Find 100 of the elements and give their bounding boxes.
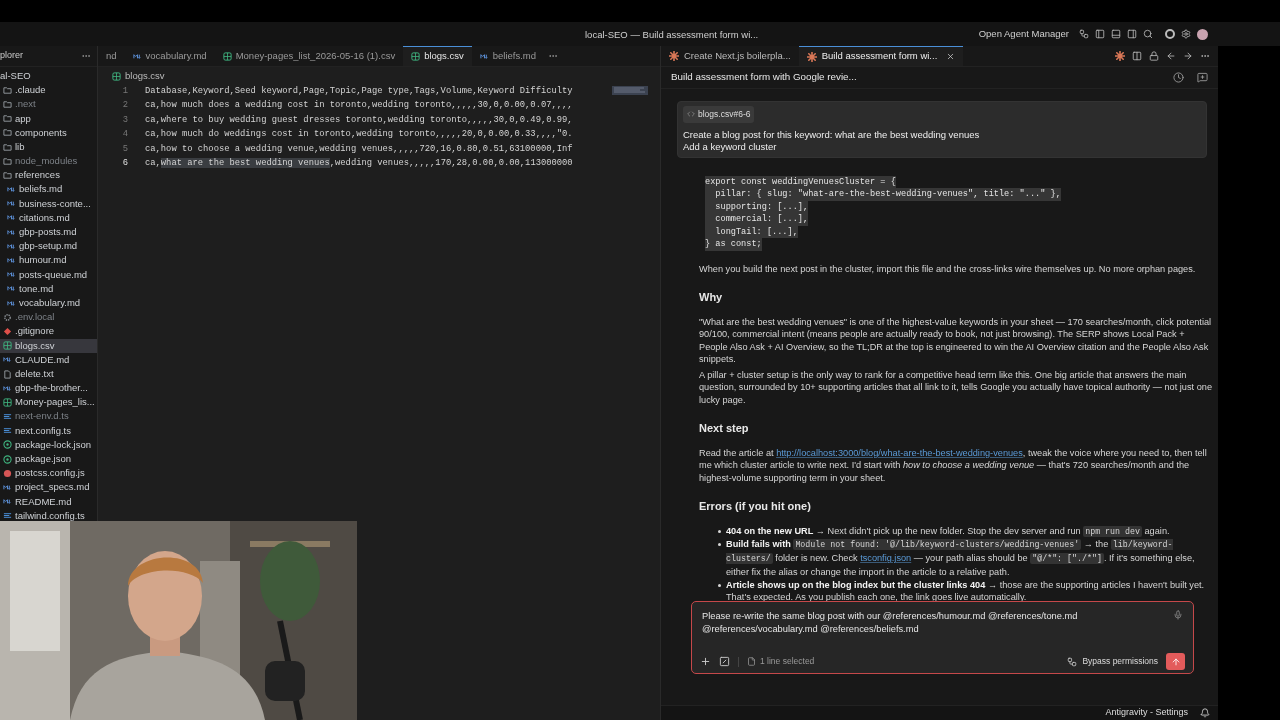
code-line: ca,what are the best wedding venues,wedding venues,,,,,170,28,0.00,0.00,113000000 [145, 157, 573, 171]
line-number: 2 [121, 99, 128, 113]
table-icon [222, 51, 232, 61]
secondary-sidebar-icon[interactable] [1127, 29, 1137, 39]
file-tree-item[interactable]: .gitignore [0, 324, 97, 339]
panel-toggle-icon[interactable] [1111, 29, 1121, 39]
file-tree-item[interactable]: delete.txt [0, 366, 97, 382]
file-tree-item[interactable]: next.config.ts [0, 423, 97, 438]
file-tree-item[interactable]: next-env.d.ts [0, 409, 97, 424]
file-tree-item[interactable]: package.json [0, 452, 97, 467]
file-tree-item[interactable]: README.md [0, 494, 97, 509]
file-tree-item[interactable]: tailwind.config.ts [0, 508, 97, 523]
microphone-icon[interactable] [1173, 610, 1183, 620]
file-tree-item[interactable]: tone.md [0, 281, 97, 296]
split-icon[interactable] [1132, 51, 1142, 61]
markdown-icon [479, 51, 489, 61]
sidebar-toggle-icon[interactable] [1095, 29, 1105, 39]
file-tree-item[interactable]: node_modules [0, 154, 97, 169]
account-icon[interactable] [1165, 29, 1175, 39]
diamond-icon [3, 326, 12, 336]
file-tree-item[interactable]: app [0, 111, 97, 126]
document-icon [3, 369, 12, 379]
markdown-icon [7, 213, 16, 223]
starburst-icon [1115, 51, 1125, 61]
table-icon [411, 52, 421, 61]
editor-tab[interactable]: blogs.csv [403, 46, 472, 66]
markdown-icon [7, 298, 16, 308]
paragraph: "What are the best wedding venues" is one of the highest-value keywords in your sheet — 170 searches/month, click potential 90/100, commercial intent (means people are actually ready to book, not just browsing). The SERP shows Local Pack + People Also Ask + AI Overview, so the TL;DR at the top is engineered to win the AI Overview citation and the People Also Ask snippets. [699, 315, 1213, 366]
file-chip[interactable]: blogs.csv#6-6 [683, 106, 755, 123]
link[interactable]: http://localhost:3000/blog/what-are-the-best-wedding-venues [776, 447, 1023, 458]
markdown-icon [7, 241, 16, 251]
line-number: 4 [121, 128, 128, 142]
file-tree-item[interactable]: posts-queue.md [0, 267, 97, 282]
table-icon [3, 341, 12, 351]
file-tree-item[interactable]: .env.local [0, 310, 97, 325]
editor-tab[interactable]: beliefs.md [471, 46, 545, 66]
file-tree-item[interactable]: package-lock.json [0, 437, 97, 453]
close-icon[interactable] [946, 52, 956, 61]
code-line: ca,how to choose a wedding venue,wedding venues,,,,,720,16,0.80,0.51,63100000,Inf [145, 142, 573, 156]
file-tree-item[interactable]: references [0, 168, 97, 183]
project-root[interactable]: al-SEO [0, 69, 97, 84]
line-number: 5 [121, 142, 128, 156]
file-tree-item[interactable]: CLAUDE.md [0, 352, 97, 367]
avatar-icon[interactable] [1197, 28, 1208, 40]
window-title: local-SEO — Build assessment form wi... [585, 28, 759, 42]
code-block: export const weddingVenuesCluster = { pillar: { slug: "what-are-the-best-wedding-venues", title: "..." }, supporting: [...], commercial: [...], longTail: [...], } as const; [705, 175, 1215, 251]
search-icon[interactable] [1143, 29, 1153, 39]
file-tree-item[interactable]: humour.md [0, 253, 97, 268]
permissions-mode-button[interactable]: Bypass permissions [1067, 655, 1158, 668]
agent-tab[interactable]: Create Next.js boilerpla... [661, 46, 799, 66]
ts-file-icon [3, 412, 12, 422]
minimap [612, 86, 648, 95]
message-field[interactable]: Please re-write the same blog post with our @references/humour.md @references/tone.md @references/vocabulary.md @references/beliefs.md [702, 610, 1173, 635]
file-tree-item[interactable]: business-conte... [0, 196, 97, 211]
file-tree-item[interactable]: .claude [0, 83, 97, 98]
agent-manager-button[interactable]: Open Agent Manager [978, 26, 1069, 42]
editor-tab[interactable]: vocabulary.md [124, 46, 215, 66]
forward-icon[interactable] [1183, 51, 1193, 61]
status-bar-text[interactable]: Antigravity - Settings [1105, 706, 1188, 720]
add-icon[interactable] [700, 656, 711, 667]
markdown-icon [7, 284, 16, 294]
editor-tab[interactable]: nd [98, 46, 125, 66]
history-icon[interactable] [1173, 72, 1184, 83]
back-icon[interactable] [1166, 51, 1176, 61]
breadcrumb[interactable]: blogs.csv [125, 68, 165, 84]
line-number: 3 [121, 113, 128, 127]
code-line: ca,how much do weddings cost in toronto,wedding toronto,,,,,20,0,0.00,0.33,,,,"0. [145, 128, 573, 142]
file-tree-item[interactable]: lib [0, 139, 97, 155]
new-chat-icon[interactable] [1197, 72, 1208, 83]
file-tree-item[interactable]: .next [0, 97, 97, 112]
notification-icon[interactable] [1200, 708, 1210, 718]
file-tree-item[interactable]: gbp-posts.md [0, 225, 97, 240]
editor-tab[interactable]: Money-pages_list_2026-05-16 (1).csv [214, 46, 404, 66]
agent-tab[interactable]: Build assessment form wi... [798, 46, 964, 66]
file-tree-item[interactable]: citations.md [0, 210, 97, 226]
code-line: ca,where to buy wedding guest dresses toronto,wedding toronto,,,,,30,0,0.49,0.99, [145, 113, 573, 127]
settings-icon[interactable] [1181, 29, 1191, 39]
file-tree-item[interactable]: gbp-setup.md [0, 239, 97, 254]
file-tree-item[interactable]: gbp-the-brother... [0, 381, 97, 396]
arrow-up-icon [1170, 656, 1181, 667]
prompt-text: Create a blog post for this keyword: what are the best wedding venues [683, 128, 980, 142]
send-button[interactable] [1166, 653, 1185, 670]
file-tree-item[interactable]: Money-pages_lis... [0, 395, 97, 410]
line-number: 6 [121, 157, 128, 171]
ts-file-icon [3, 426, 12, 436]
gear-icon [3, 312, 12, 322]
list-item: 404 on the new URL → Next didn't pick up the new folder. Stop the dev server and run npm run dev again. [726, 524, 1170, 539]
file-tree-item[interactable]: postcss.config.js [0, 466, 97, 481]
file-tree-item[interactable]: blogs.csv [0, 338, 97, 353]
markdown-icon [7, 185, 16, 195]
markdown-icon [7, 256, 16, 266]
file-tree-item[interactable]: vocabulary.md [0, 296, 97, 311]
file-tree-item[interactable]: beliefs.md [0, 182, 97, 197]
link[interactable]: tsconfig.json [860, 553, 912, 564]
bullet-icon [718, 583, 721, 587]
permissions-icon [1067, 656, 1078, 667]
file-tree-item[interactable]: project_specs.md [0, 480, 97, 495]
lock-icon[interactable] [1149, 51, 1159, 61]
file-tree-item[interactable]: components [0, 125, 97, 140]
slash-command-icon[interactable] [719, 656, 730, 667]
